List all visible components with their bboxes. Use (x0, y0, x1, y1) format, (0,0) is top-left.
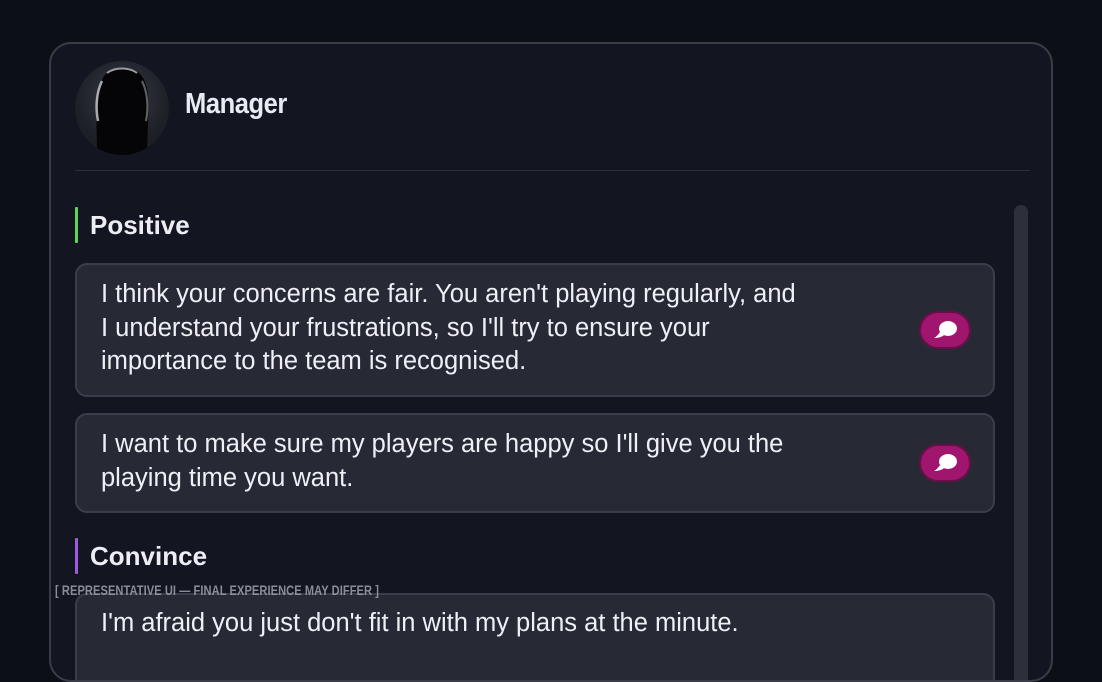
option-line: importance to the team is recognised. (101, 347, 527, 375)
section-positive-label: Positive (75, 207, 190, 243)
chat-bubble-icon (934, 321, 957, 338)
positive-accent-bar (75, 207, 78, 243)
disclaimer-watermark: [ REPRESENTATIVE UI — FINAL EXPERIENCE M… (55, 583, 380, 598)
chat-response-button[interactable] (919, 311, 971, 349)
panel-header: Manager (75, 44, 1030, 171)
option-line: I'm afraid you just don't fit in with my… (101, 609, 739, 637)
section-convince-text: Convince (90, 541, 208, 571)
option-line: I understand your frustrations, so I'll … (101, 313, 710, 342)
dialogue-option-3-text: I'm afraid you just don't fit in with my… (101, 607, 739, 641)
dialogue-option-1-text: I think your concerns are fair. You aren… (101, 278, 796, 379)
manager-name: Manager (185, 88, 287, 120)
chat-response-button[interactable] (919, 444, 971, 482)
option-line: I want to make sure my players are happy… (101, 430, 784, 458)
dialogue-option-2-text: I want to make sure my players are happy… (101, 428, 783, 495)
section-convince-label: Convince (75, 538, 207, 574)
convince-accent-bar (75, 538, 78, 574)
manager-avatar (75, 61, 169, 155)
dialogue-option-3[interactable]: I'm afraid you just don't fit in with my… (75, 593, 995, 680)
dialogue-option-1[interactable]: I think your concerns are fair. You aren… (75, 263, 995, 397)
option-line: I think your concerns are fair. You aren… (101, 280, 796, 308)
section-positive-text: Positive (90, 210, 190, 240)
chat-bubble-icon (934, 454, 957, 471)
dialogue-option-2[interactable]: I want to make sure my players are happy… (75, 413, 995, 513)
option-line: playing time you want. (101, 463, 354, 492)
scrollbar[interactable] (1014, 205, 1028, 680)
